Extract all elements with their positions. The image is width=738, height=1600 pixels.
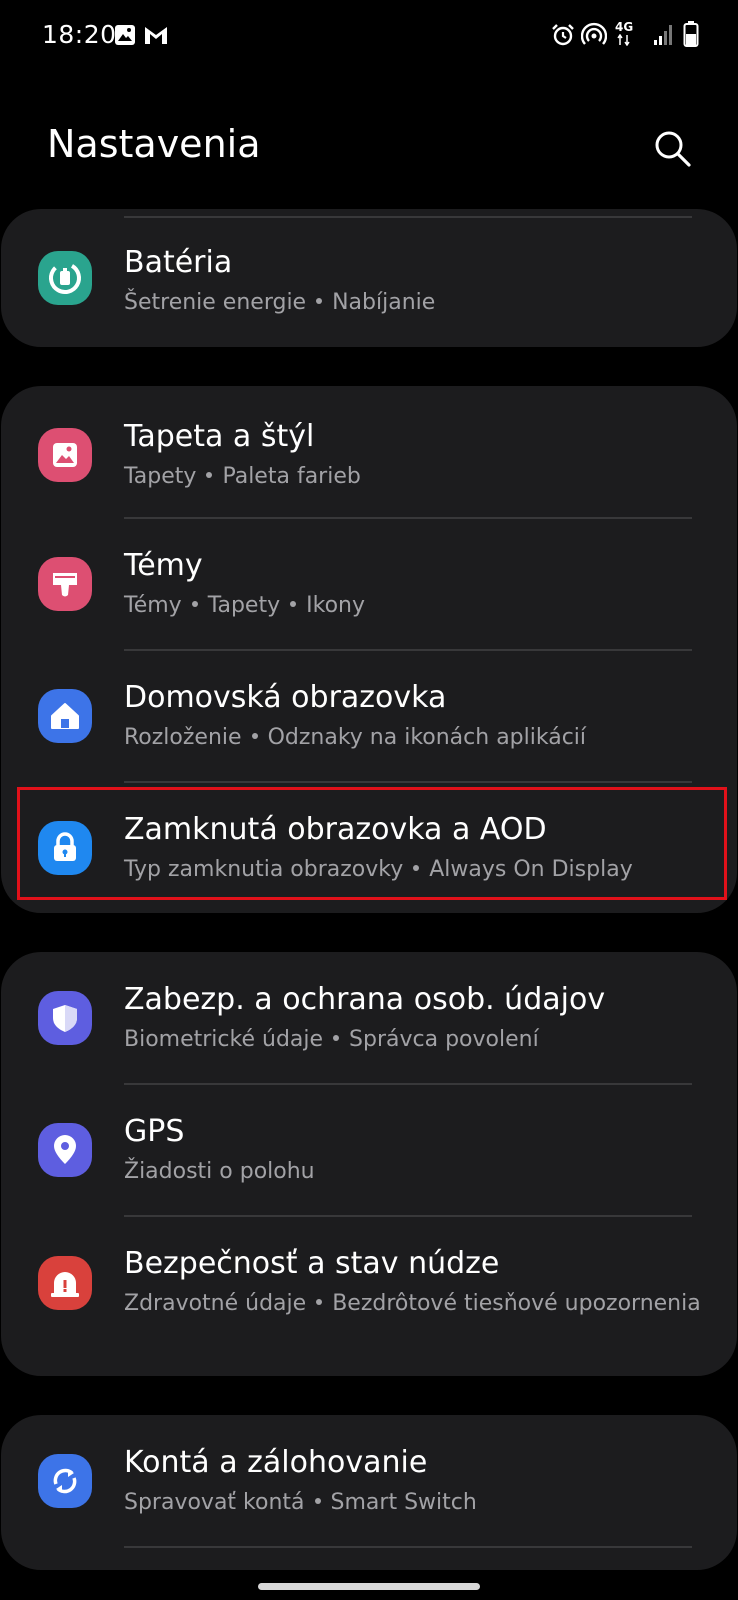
- gallery-icon: [115, 25, 135, 45]
- settings-item-subtitle: Rozloženie Odznaky na ikonách aplikácií: [124, 725, 587, 750]
- battery-care-icon: [38, 251, 92, 305]
- divider: [124, 1546, 692, 1548]
- search-button[interactable]: [652, 128, 692, 168]
- settings-item-title: Témy: [124, 548, 203, 583]
- settings-item-title: Domovská obrazovka: [124, 680, 447, 715]
- settings-group-battery: Batéria Šetrenie energie Nabíjanie: [1, 209, 737, 347]
- themes-icon: [38, 557, 92, 611]
- settings-item-subtitle: Spravovať kontá Smart Switch: [124, 1490, 477, 1515]
- search-icon: [655, 131, 691, 167]
- wallpaper-icon: [38, 428, 92, 482]
- home-icon: [38, 689, 92, 743]
- shield-icon: [38, 991, 92, 1045]
- settings-item-title: GPS: [124, 1114, 185, 1149]
- settings-item-title: Zabezp. a ochrana osob. údajov: [124, 982, 606, 1017]
- location-icon: [38, 1123, 92, 1177]
- settings-item-title: Kontá a zálohovanie: [124, 1445, 428, 1480]
- signal-icon: [654, 25, 672, 45]
- settings-item-wallpaper[interactable]: Tapeta a štýl Tapety Paleta farieb: [1, 386, 737, 517]
- page-title: Nastavenia: [47, 122, 261, 166]
- settings-item-title: Tapeta a štýl: [124, 419, 315, 454]
- settings-item-security-privacy[interactable]: Zabezp. a ochrana osob. údajov Biometric…: [1, 952, 737, 1083]
- gmail-icon: [145, 27, 167, 44]
- settings-item-subtitle: Biometrické údaje Správca povolení: [124, 1027, 539, 1052]
- settings-group-security: Zabezp. a ochrana osob. údajov Biometric…: [1, 952, 737, 1376]
- settings-item-subtitle: Tapety Paleta farieb: [124, 464, 361, 489]
- settings-item-subtitle: Šetrenie energie Nabíjanie: [124, 290, 436, 315]
- battery-icon: [683, 21, 699, 47]
- hotspot-icon: [581, 22, 607, 45]
- sync-icon: [38, 1454, 92, 1508]
- status-bar: 18:20 4G: [0, 0, 738, 70]
- settings-item-title: Batéria: [124, 245, 233, 280]
- settings-item-gps[interactable]: GPS Žiadosti o polohu: [1, 1084, 737, 1215]
- settings-item-home-screen[interactable]: Domovská obrazovka Rozloženie Odznaky na …: [1, 650, 737, 781]
- highlight-box: [17, 787, 727, 900]
- settings-group-accounts: Kontá a zálohovanie Spravovať kontá Smart…: [1, 1415, 737, 1570]
- settings-item-battery[interactable]: Batéria Šetrenie energie Nabíjanie: [1, 209, 737, 347]
- 4g-data-icon: 4G: [615, 20, 634, 34]
- settings-item-safety-emergency[interactable]: Bezpečnosť a stav núdze Zdravotné údaje B…: [1, 1216, 737, 1376]
- navigation-handle[interactable]: [258, 1583, 480, 1590]
- status-time: 18:20: [42, 20, 117, 49]
- settings-item-subtitle: Zdravotné údaje Bezdrôtové tiesňové upozo…: [124, 1291, 701, 1316]
- alarm-icon: [552, 24, 574, 46]
- settings-item-subtitle: Žiadosti o polohu: [124, 1159, 315, 1184]
- settings-item-subtitle: Témy Tapety Ikony: [124, 593, 365, 618]
- settings-item-themes[interactable]: Témy Témy Tapety Ikony: [1, 518, 737, 649]
- emergency-icon: [38, 1256, 92, 1310]
- data-arrows-icon: [617, 34, 630, 46]
- settings-item-title: Bezpečnosť a stav núdze: [124, 1246, 500, 1281]
